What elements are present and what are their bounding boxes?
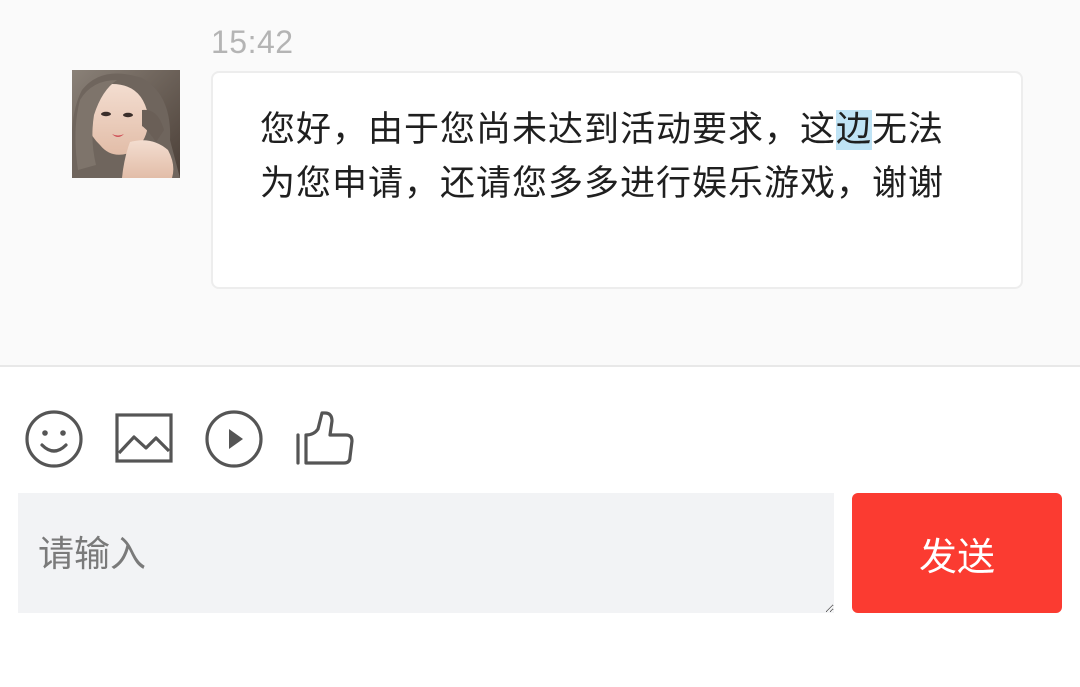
emoji-icon: [25, 410, 83, 468]
message-input[interactable]: [18, 493, 834, 613]
image-icon: [115, 413, 173, 463]
like-button[interactable]: [292, 405, 356, 471]
video-button[interactable]: [202, 405, 266, 471]
selected-text[interactable]: 边: [836, 110, 873, 150]
chat-area: 15:42 您好，由于您尚未达到活动要求，这边无法为您申请，还请您多多进行娱乐游…: [0, 0, 1080, 367]
emoji-button[interactable]: [22, 405, 86, 471]
video-play-icon: [205, 410, 263, 468]
message-text-part-1: 您好，由于您尚未达到活动要求，这: [260, 110, 837, 150]
message-timestamp: 15:42: [211, 24, 294, 60]
message-text[interactable]: 您好，由于您尚未达到活动要求，这边无法为您申请，还请您多多进行娱乐游戏，谢谢: [260, 103, 976, 211]
avatar-image: [72, 70, 180, 178]
avatar[interactable]: [72, 70, 180, 178]
image-button[interactable]: [112, 405, 176, 471]
message-bubble[interactable]: 您好，由于您尚未达到活动要求，这边无法为您申请，还请您多多进行娱乐游戏，谢谢: [211, 71, 1023, 289]
send-button[interactable]: 发送: [852, 493, 1062, 613]
thumbs-up-icon: [296, 411, 354, 465]
composer-toolbar: [0, 405, 400, 475]
